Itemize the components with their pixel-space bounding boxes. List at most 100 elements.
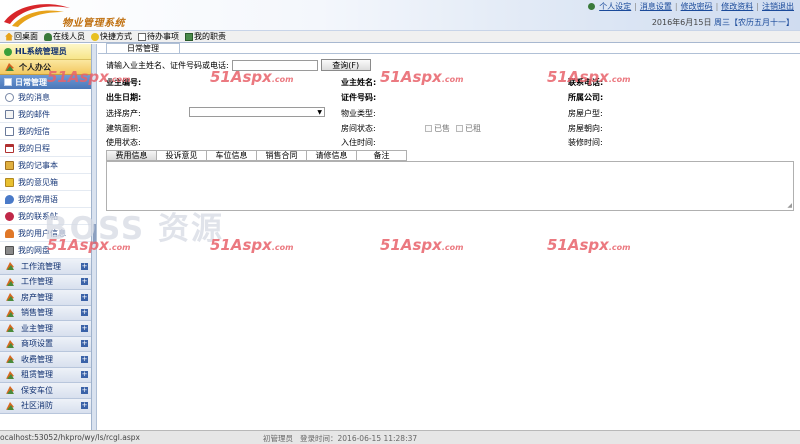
detail-panel[interactable]: ◢	[106, 161, 794, 211]
users-icon	[44, 32, 52, 41]
resize-grip-icon[interactable]: ◢	[787, 202, 792, 209]
sidebar-daily-management[interactable]: 日常管理	[0, 75, 91, 89]
message-icon	[5, 92, 14, 102]
sidebar-group-items[interactable]: 商项设置 +	[0, 336, 91, 352]
sidebar-item-suggestion[interactable]: 我的意见箱	[0, 174, 91, 191]
link-logout[interactable]: 注销退出	[762, 1, 794, 12]
use-status-label: 使用状态:	[106, 138, 141, 147]
toolbar-online-users[interactable]: 在线人员	[42, 31, 87, 42]
sidebar-item-label: 我的用户信息	[18, 228, 66, 238]
group-label: 商项设置	[21, 339, 53, 349]
link-message-settings[interactable]: 消息设置	[640, 1, 672, 12]
tab-parking[interactable]: 车位信息	[206, 150, 257, 161]
sidebar-item-label: 我的联系帖	[18, 211, 58, 221]
phrase-icon	[5, 194, 14, 204]
expand-icon[interactable]: +	[81, 371, 88, 379]
toolbar-online-users-label: 在线人员	[53, 32, 85, 41]
expand-icon[interactable]: +	[81, 324, 88, 332]
tab-repair-info[interactable]: 请修信息	[306, 150, 357, 161]
sidebar-item-messages[interactable]: 我的消息	[0, 89, 91, 106]
sidebar-group-sales[interactable]: 销售管理 +	[0, 305, 91, 321]
group-leaf-icon	[6, 277, 14, 286]
toolbar-duty[interactable]: 我的职责	[183, 31, 228, 42]
todo-icon	[138, 32, 146, 41]
splitter-grip[interactable]	[93, 224, 96, 244]
sidebar-group-owner[interactable]: 业主管理 +	[0, 321, 91, 337]
link-edit-profile[interactable]: 修改资料	[721, 1, 753, 12]
sidebar-item-calendar[interactable]: 我的日程	[0, 140, 91, 157]
tab-daily-management[interactable]: 日常管理	[106, 43, 180, 53]
tab-fee-info[interactable]: 费用信息	[106, 150, 157, 161]
group-label: 工作管理	[21, 277, 53, 287]
sidebar-item-contacts[interactable]: 我的联系帖	[0, 208, 91, 225]
group-label: 销售管理	[21, 308, 53, 318]
status-user: 初管理员	[263, 434, 293, 443]
orientation-label: 房屋朝向:	[568, 124, 603, 133]
sidebar-personal-office[interactable]: 个人办公	[0, 60, 91, 75]
toolbar-todo[interactable]: 待办事项	[136, 31, 181, 42]
expand-icon[interactable]: +	[81, 355, 88, 363]
link-personal-settings[interactable]: 个人设定	[599, 1, 631, 12]
room-select[interactable]: ▼	[189, 107, 325, 117]
rented-checkbox-box[interactable]	[456, 125, 463, 132]
sidebar-group-workflow[interactable]: 工作流管理 +	[0, 259, 91, 275]
sidebar-item-userinfo[interactable]: 我的用户信息	[0, 225, 91, 242]
sidebar-item-label: 我的短信	[18, 126, 50, 136]
sidebar-item-notebook[interactable]: 我的记事本	[0, 157, 91, 174]
group-label: 房产管理	[21, 292, 53, 302]
expand-icon[interactable]: +	[81, 386, 88, 394]
search-input[interactable]	[231, 59, 318, 71]
rented-label: 已租	[465, 124, 481, 133]
expand-icon[interactable]: +	[81, 309, 88, 317]
detail-tabs: 费用信息 投诉意见 车位信息 销售合同 请修信息 备注	[106, 150, 407, 161]
group-leaf-icon	[6, 386, 14, 395]
sidebar-groups: 工作流管理 + 工作管理 + 房产管理 + 销售管理 + 业主管理 + 商项设置 + 收费管…	[0, 259, 91, 414]
tab-sales-contract[interactable]: 销售合同	[256, 150, 307, 161]
tab-strip: 日常管理	[98, 43, 800, 54]
link-change-password[interactable]: 修改密码	[681, 1, 713, 12]
sidebar-item-mail[interactable]: 我的邮件	[0, 106, 91, 123]
group-leaf-icon	[6, 355, 14, 364]
expand-icon[interactable]: +	[81, 340, 88, 348]
checkin-label: 入住时间:	[341, 138, 376, 147]
sidebar-group-fire[interactable]: 社区消防 +	[0, 398, 91, 414]
sold-checkbox-box[interactable]	[425, 125, 432, 132]
sidebar-group-lease[interactable]: 租赁管理 +	[0, 367, 91, 383]
group-leaf-icon	[6, 401, 14, 410]
tab-complaints[interactable]: 投诉意见	[156, 150, 207, 161]
userinfo-icon	[5, 228, 14, 238]
search-button[interactable]: 查询(F)	[320, 59, 371, 71]
group-label: 租赁管理	[21, 370, 53, 380]
status-login-time: 登录时间：2016-06-15 11:28:37	[300, 434, 418, 443]
id-no-label: 证件号码:	[341, 93, 377, 102]
group-leaf-icon	[6, 370, 14, 379]
select-room-label: 选择房产:	[106, 109, 141, 118]
toolbar-home[interactable]: 回桌面	[3, 31, 40, 42]
expand-icon[interactable]: +	[81, 402, 88, 410]
app-title: 物业管理系统	[62, 18, 125, 29]
sidebar-group-fees[interactable]: 收费管理 +	[0, 352, 91, 368]
expand-icon[interactable]: +	[81, 262, 88, 270]
status-bar: ocalhost:53052/hkpro/wy/ls/rcgl.aspx 初管理…	[0, 430, 800, 444]
phone-label: 联系电话:	[568, 78, 604, 87]
sidebar-item-label: 我的网盘	[18, 245, 50, 255]
sidebar-item-sms[interactable]: 我的短信	[0, 123, 91, 140]
sold-checkbox[interactable]: 已售	[425, 123, 450, 134]
sidebar-item-phrases[interactable]: 我的常用语	[0, 191, 91, 208]
sidebar-item-disk[interactable]: 我的网盘	[0, 242, 91, 259]
expand-icon[interactable]: +	[81, 278, 88, 286]
admin-label: HL系统管理员	[15, 47, 67, 56]
toolbar-shortcut[interactable]: 快捷方式	[89, 31, 134, 42]
sidebar-group-work[interactable]: 工作管理 +	[0, 274, 91, 290]
sidebar-group-security[interactable]: 保安车位 +	[0, 383, 91, 399]
sidebar-item-label: 我的邮件	[18, 109, 50, 119]
sidebar-group-property[interactable]: 房产管理 +	[0, 290, 91, 306]
expand-icon[interactable]: +	[81, 293, 88, 301]
sidebar-splitter[interactable]	[92, 44, 97, 430]
house-type-label: 房屋户型:	[568, 109, 603, 118]
tab-remarks[interactable]: 备注	[356, 150, 407, 161]
group-label: 社区消防	[21, 401, 53, 411]
rented-checkbox[interactable]: 已租	[456, 123, 481, 134]
sold-label: 已售	[434, 124, 450, 133]
sidebar-item-label: 我的意见箱	[18, 177, 58, 187]
